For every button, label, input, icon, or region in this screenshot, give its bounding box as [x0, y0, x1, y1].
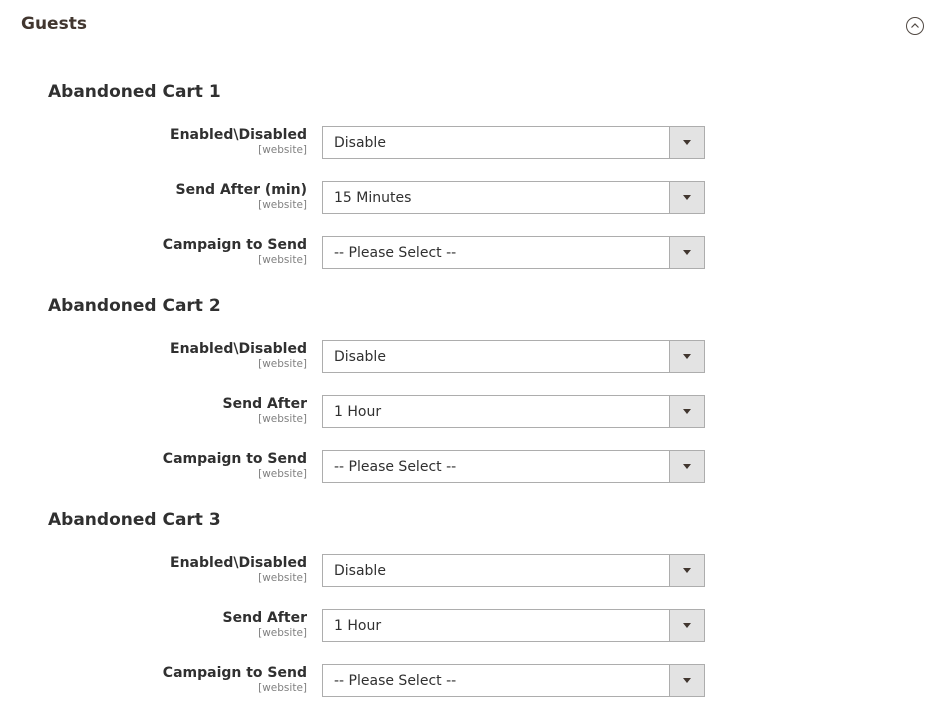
dropdown-arrow-icon[interactable]	[669, 341, 704, 372]
field-row-send-after: Send After [website] 1 Hour	[0, 395, 943, 429]
field-scope: [website]	[258, 144, 307, 156]
dropdown-arrow-icon[interactable]	[669, 610, 704, 641]
field-label: Campaign to Send	[162, 237, 307, 253]
field-label: Enabled\Disabled	[170, 555, 307, 571]
field-row-enabled: Enabled\Disabled [website] Disable	[0, 126, 943, 160]
field-row-campaign: Campaign to Send [website] -- Please Sel…	[0, 664, 943, 698]
send-after-select[interactable]: 15 Minutes	[322, 181, 705, 214]
dropdown-arrow-icon[interactable]	[669, 396, 704, 427]
select-value: 1 Hour	[334, 618, 382, 634]
select-value: 1 Hour	[334, 404, 382, 420]
group-title: Abandoned Cart 2	[48, 296, 221, 316]
dropdown-arrow-icon[interactable]	[669, 127, 704, 158]
field-row-campaign: Campaign to Send [website] -- Please Sel…	[0, 450, 943, 484]
field-label: Send After	[222, 610, 307, 626]
send-after-select[interactable]: 1 Hour	[322, 609, 705, 642]
field-row-campaign: Campaign to Send [website] -- Please Sel…	[0, 236, 943, 270]
select-value: -- Please Select --	[334, 459, 457, 475]
collapse-section-button[interactable]	[906, 17, 924, 35]
select-value: -- Please Select --	[334, 673, 457, 689]
select-value: Disable	[334, 135, 386, 151]
field-scope: [website]	[258, 682, 307, 694]
field-scope: [website]	[258, 254, 307, 266]
select-value: Disable	[334, 349, 386, 365]
field-scope: [website]	[258, 468, 307, 480]
field-scope: [website]	[258, 572, 307, 584]
send-after-select[interactable]: 1 Hour	[322, 395, 705, 428]
field-label: Send After	[222, 396, 307, 412]
campaign-select[interactable]: -- Please Select --	[322, 450, 705, 483]
dropdown-arrow-icon[interactable]	[669, 237, 704, 268]
field-row-enabled: Enabled\Disabled [website] Disable	[0, 340, 943, 374]
field-label: Send After (min)	[175, 182, 307, 198]
select-value: Disable	[334, 563, 386, 579]
chevron-up-icon	[911, 23, 919, 28]
field-scope: [website]	[258, 413, 307, 425]
field-label: Enabled\Disabled	[170, 341, 307, 357]
dropdown-arrow-icon[interactable]	[669, 665, 704, 696]
field-scope: [website]	[258, 627, 307, 639]
field-scope: [website]	[258, 199, 307, 211]
dropdown-arrow-icon[interactable]	[669, 182, 704, 213]
enabled-select[interactable]: Disable	[322, 554, 705, 587]
group-title: Abandoned Cart 3	[48, 510, 221, 530]
field-label: Campaign to Send	[162, 451, 307, 467]
dropdown-arrow-icon[interactable]	[669, 555, 704, 586]
enabled-select[interactable]: Disable	[322, 340, 705, 373]
select-value: 15 Minutes	[334, 190, 412, 206]
field-row-enabled: Enabled\Disabled [website] Disable	[0, 554, 943, 588]
campaign-select[interactable]: -- Please Select --	[322, 236, 705, 269]
field-row-send-after: Send After [website] 1 Hour	[0, 609, 943, 643]
campaign-select[interactable]: -- Please Select --	[322, 664, 705, 697]
field-label: Campaign to Send	[162, 665, 307, 681]
field-row-send-after: Send After (min) [website] 15 Minutes	[0, 181, 943, 215]
section-title[interactable]: Guests	[21, 14, 87, 34]
select-value: -- Please Select --	[334, 245, 457, 261]
field-label: Enabled\Disabled	[170, 127, 307, 143]
group-title: Abandoned Cart 1	[48, 82, 221, 102]
enabled-select[interactable]: Disable	[322, 126, 705, 159]
field-scope: [website]	[258, 358, 307, 370]
dropdown-arrow-icon[interactable]	[669, 451, 704, 482]
